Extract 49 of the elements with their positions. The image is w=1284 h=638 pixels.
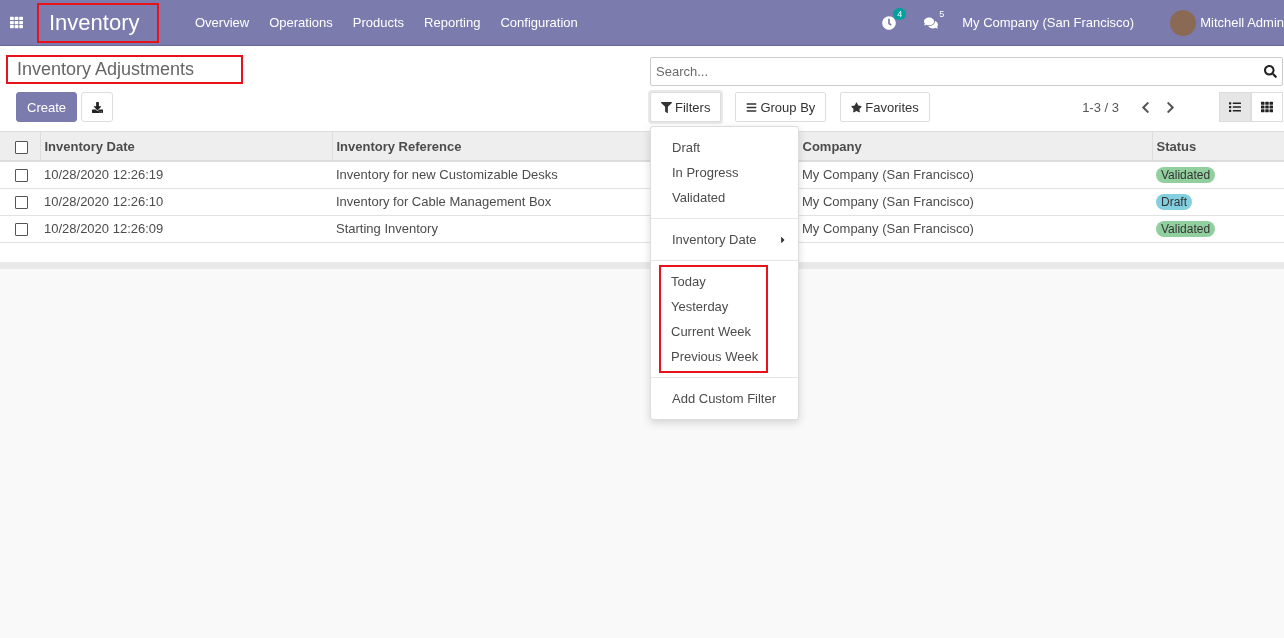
- chat-bubbles-icon[interactable]: [924, 15, 939, 30]
- filter-option[interactable]: Previous Week: [661, 344, 766, 369]
- search-option-button[interactable]: Favorites: [840, 92, 930, 122]
- table-cell: 10/28/2020 12:26:09: [40, 215, 332, 242]
- bars-icon: [746, 101, 758, 113]
- user-name[interactable]: Mitchell Admin: [1200, 15, 1284, 30]
- search-field[interactable]: Search...: [650, 57, 1283, 86]
- create-button[interactable]: Create: [16, 92, 78, 122]
- table-cell: 10/28/2020 12:26:10: [40, 188, 332, 215]
- view-switch-button[interactable]: [1251, 92, 1283, 122]
- column-header[interactable]: Status: [1152, 132, 1284, 161]
- company-switcher[interactable]: My Company (San Francisco): [952, 15, 1145, 30]
- nav-menu-item[interactable]: Products: [342, 15, 415, 30]
- checkbox[interactable]: [15, 140, 28, 154]
- previous-page-icon[interactable]: [1139, 100, 1152, 114]
- activity-count-badge: 4: [893, 7, 907, 20]
- nav-menu-item[interactable]: Overview: [185, 15, 260, 30]
- submenu-label: Inventory Date: [672, 232, 757, 247]
- activity-clock-icon[interactable]: [882, 15, 897, 30]
- nav-menu-item[interactable]: Operations: [259, 15, 343, 30]
- page-title: Inventory Adjustments: [6, 55, 243, 84]
- view-switch-button[interactable]: [1219, 92, 1251, 122]
- filter-option[interactable]: Current Week: [661, 319, 766, 344]
- list-view-icon: [1229, 101, 1241, 113]
- checkbox[interactable]: [15, 169, 28, 183]
- filter-option[interactable]: Add Custom Filter: [653, 386, 796, 411]
- status-tag: Validated: [1156, 220, 1216, 237]
- nav-menu-item[interactable]: Reporting: [414, 15, 491, 30]
- star-icon: [851, 101, 863, 113]
- next-page-icon[interactable]: [1164, 100, 1177, 114]
- search-icon[interactable]: [1264, 65, 1277, 78]
- status-tag: Draft: [1156, 193, 1192, 210]
- download-icon: [91, 101, 103, 113]
- pager-range: 1-3 / 3: [1082, 99, 1119, 115]
- grid-view-icon: [1261, 101, 1273, 113]
- status-tag: Validated: [1156, 166, 1216, 183]
- download-button[interactable]: [81, 92, 114, 122]
- table-cell: 10/28/2020 12:26:19: [40, 161, 332, 188]
- nav-menu-item[interactable]: Configuration: [490, 15, 588, 30]
- filter-icon: [661, 101, 672, 113]
- message-count: 5: [938, 7, 946, 20]
- search-option-button[interactable]: Filters: [650, 92, 722, 122]
- app-title: Inventory: [37, 2, 159, 43]
- filter-option[interactable]: Today: [661, 269, 766, 294]
- checkbox[interactable]: [15, 223, 28, 237]
- search-option-button[interactable]: Group By: [735, 92, 827, 122]
- filter-option[interactable]: Yesterday: [661, 294, 766, 319]
- checkbox[interactable]: [15, 196, 28, 210]
- column-header[interactable]: Inventory Date: [40, 132, 332, 161]
